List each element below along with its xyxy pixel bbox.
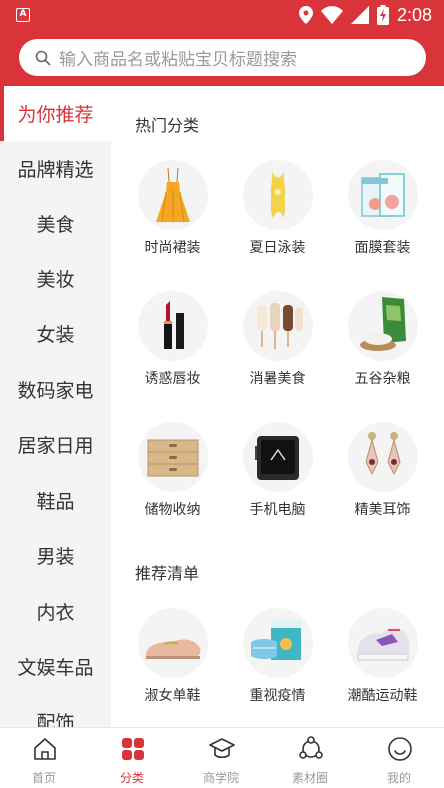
category-item[interactable]: 夏日泳装 xyxy=(225,160,330,270)
bottom-navigation: 首页 分类 商学院 素材圈 我的 xyxy=(0,727,444,788)
smile-face-icon xyxy=(388,737,412,761)
category-item[interactable]: 诱惑唇妆 xyxy=(120,291,225,401)
popsicle-icon xyxy=(243,291,313,361)
nav-label: 分类 xyxy=(119,771,144,785)
category-sidebar[interactable]: 为你推荐 品牌精选 美食 美妆 女装 数码家电 居家日用 鞋品 男装 内衣 文娱… xyxy=(0,86,111,727)
nav-material-circle[interactable]: 素材圈 xyxy=(266,728,354,788)
graduation-cap-icon xyxy=(209,738,235,759)
sidebar-item-entertainment-auto[interactable]: 文娱车品 xyxy=(0,639,111,694)
category-label: 五谷杂粮 xyxy=(354,371,411,387)
wifi-icon xyxy=(320,6,343,24)
category-item[interactable]: 潮酷运动鞋 xyxy=(330,608,435,718)
status-indicators: 2:08 xyxy=(298,4,432,26)
nav-category[interactable]: 分类 xyxy=(88,728,176,788)
category-item[interactable]: 储物收纳 xyxy=(120,422,225,532)
category-label: 面膜套装 xyxy=(354,240,411,256)
category-label: 时尚裙装 xyxy=(144,240,201,256)
category-label: 消暑美食 xyxy=(249,371,306,387)
sidebar-item-shoes[interactable]: 鞋品 xyxy=(0,473,111,528)
category-label: 夏日泳装 xyxy=(249,240,306,256)
nav-business-school[interactable]: 商学院 xyxy=(177,728,265,788)
category-item[interactable]: 消暑美食 xyxy=(225,291,330,401)
category-label: 诱惑唇妆 xyxy=(144,371,201,387)
signal-icon xyxy=(350,6,369,24)
swimsuit-icon xyxy=(243,160,313,230)
category-label: 储物收纳 xyxy=(144,502,201,518)
sidebar-item-recommended[interactable]: 为你推荐 xyxy=(0,86,111,141)
rice-icon xyxy=(348,291,418,361)
sidebar-item-beauty[interactable]: 美妆 xyxy=(0,251,111,306)
nav-profile[interactable]: 我的 xyxy=(355,728,443,788)
section-title-recommend: 推荐清单 xyxy=(135,564,200,583)
nav-label: 我的 xyxy=(386,771,411,785)
category-item[interactable]: 时尚裙装 xyxy=(120,160,225,270)
sidebar-item-mens[interactable]: 男装 xyxy=(0,528,111,583)
search-icon xyxy=(35,50,51,65)
nav-label: 素材圈 xyxy=(291,771,328,785)
category-item[interactable]: 重视疫情 xyxy=(225,608,330,718)
category-label: 重视疫情 xyxy=(249,688,306,704)
status-bar: A 2:08 xyxy=(0,0,444,30)
lipstick-icon xyxy=(138,291,208,361)
sidebar-item-brand-picks[interactable]: 品牌精选 xyxy=(0,141,111,196)
search-placeholder: 输入商品名或粘贴宝贝标题搜索 xyxy=(59,50,297,70)
facemask-icon xyxy=(348,160,418,230)
app-notification-icon: A xyxy=(16,8,30,22)
battery-icon xyxy=(376,5,389,25)
drawer-icon xyxy=(138,422,208,492)
search-input[interactable]: 输入商品名或粘贴宝贝标题搜索 xyxy=(19,39,426,76)
category-label: 潮酷运动鞋 xyxy=(347,688,418,704)
nav-home[interactable]: 首页 xyxy=(0,728,88,788)
header: A 2:08 输入商品名或粘贴宝贝标题搜索 xyxy=(0,0,444,86)
category-item[interactable]: 手机电脑 xyxy=(225,422,330,532)
location-icon xyxy=(298,6,313,24)
mask-box-icon xyxy=(243,608,313,678)
sneaker-icon xyxy=(348,608,418,678)
category-label: 手机电脑 xyxy=(249,502,306,518)
sidebar-item-accessories[interactable]: 配饰 xyxy=(0,694,111,727)
category-item[interactable]: 面膜套装 xyxy=(330,160,435,270)
nav-label: 首页 xyxy=(31,771,56,785)
dress-icon xyxy=(138,160,208,230)
sidebar-item-electronics[interactable]: 数码家电 xyxy=(0,362,111,417)
sidebar-item-food[interactable]: 美食 xyxy=(0,196,111,251)
status-time: 2:08 xyxy=(396,4,432,25)
earring-icon xyxy=(348,422,418,492)
sidebar-item-underwear[interactable]: 内衣 xyxy=(0,584,111,639)
nav-label: 商学院 xyxy=(202,771,239,785)
phone-icon xyxy=(243,422,313,492)
share-circle-icon xyxy=(299,736,323,759)
category-label: 淑女单鞋 xyxy=(144,688,201,704)
category-item[interactable]: 淑女单鞋 xyxy=(120,608,225,718)
category-item[interactable]: 五谷杂粮 xyxy=(330,291,435,401)
home-icon xyxy=(34,738,56,760)
category-icon xyxy=(122,738,144,760)
category-content: 热门分类 时尚裙装 夏日泳装 面膜套装 诱惑唇妆 消暑美食 五谷杂粮 储物收纳 … xyxy=(111,86,444,727)
sidebar-item-womens[interactable]: 女装 xyxy=(0,306,111,361)
category-label: 精美耳饰 xyxy=(354,502,411,518)
section-title-hot: 热门分类 xyxy=(135,116,200,135)
category-item[interactable]: 精美耳饰 xyxy=(330,422,435,532)
sidebar-item-home[interactable]: 居家日用 xyxy=(0,417,111,472)
loafer-icon xyxy=(138,608,208,678)
